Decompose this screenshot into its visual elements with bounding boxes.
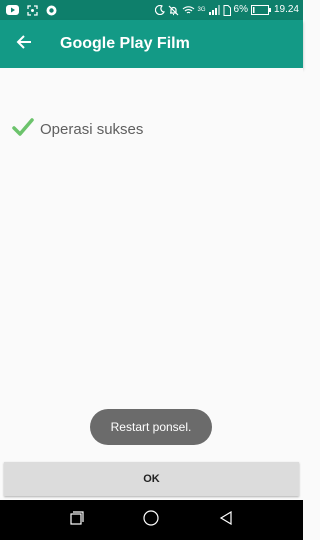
home-button[interactable] [131, 500, 171, 540]
chrome-icon [46, 5, 57, 16]
sim-icon [223, 4, 231, 16]
arrow-back-icon [16, 34, 32, 55]
status-bar: 3G 6% 19.24 [0, 0, 303, 20]
toast-message: Restart ponsel. [90, 409, 212, 445]
youtube-icon [6, 5, 19, 15]
back-icon [219, 510, 233, 530]
recent-apps-icon [70, 510, 84, 530]
back-button[interactable] [0, 20, 48, 68]
content-area: Operasi sukses [0, 68, 303, 462]
result-text: Operasi sukses [40, 121, 144, 138]
screenshot-icon [27, 4, 38, 16]
signal-icon [208, 5, 220, 15]
clock: 19.24 [273, 4, 299, 15]
battery-percent: 6% [233, 4, 248, 15]
check-icon [12, 118, 34, 141]
network-label: 3G [197, 7, 206, 13]
wifi-icon [182, 5, 195, 15]
app-title: Google Play Film [60, 35, 190, 52]
recent-apps-button[interactable] [57, 500, 97, 540]
moon-icon [154, 5, 165, 15]
nav-bar [0, 500, 303, 540]
battery-icon [250, 5, 271, 15]
back-nav-button[interactable] [206, 500, 246, 540]
mute-icon [168, 5, 179, 16]
ok-button[interactable]: OK [4, 462, 299, 496]
home-icon [143, 509, 160, 531]
app-bar: Google Play Film [0, 20, 303, 68]
result-row: Operasi sukses [12, 118, 143, 141]
